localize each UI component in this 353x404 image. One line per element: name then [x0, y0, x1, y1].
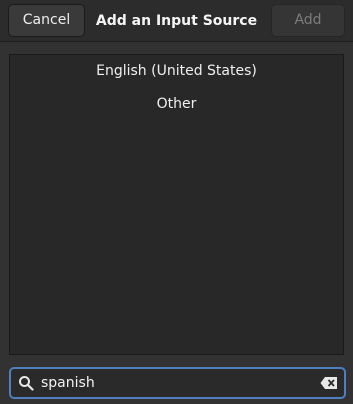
search-box[interactable] — [9, 367, 346, 399]
cancel-button[interactable]: Cancel — [8, 4, 85, 37]
list-item-english-us[interactable]: English (United States) — [10, 55, 343, 88]
add-input-source-dialog: Cancel Add an Input Source Add English (… — [0, 0, 353, 404]
dialog-header: Cancel Add an Input Source Add — [0, 0, 353, 42]
dialog-title: Add an Input Source — [95, 13, 258, 29]
add-button[interactable]: Add — [271, 4, 345, 37]
clear-icon[interactable] — [320, 376, 338, 390]
input-source-list: English (United States) Other — [9, 54, 344, 355]
list-item-other[interactable]: Other — [10, 88, 343, 121]
search-input[interactable] — [39, 371, 313, 395]
search-icon — [19, 376, 34, 391]
